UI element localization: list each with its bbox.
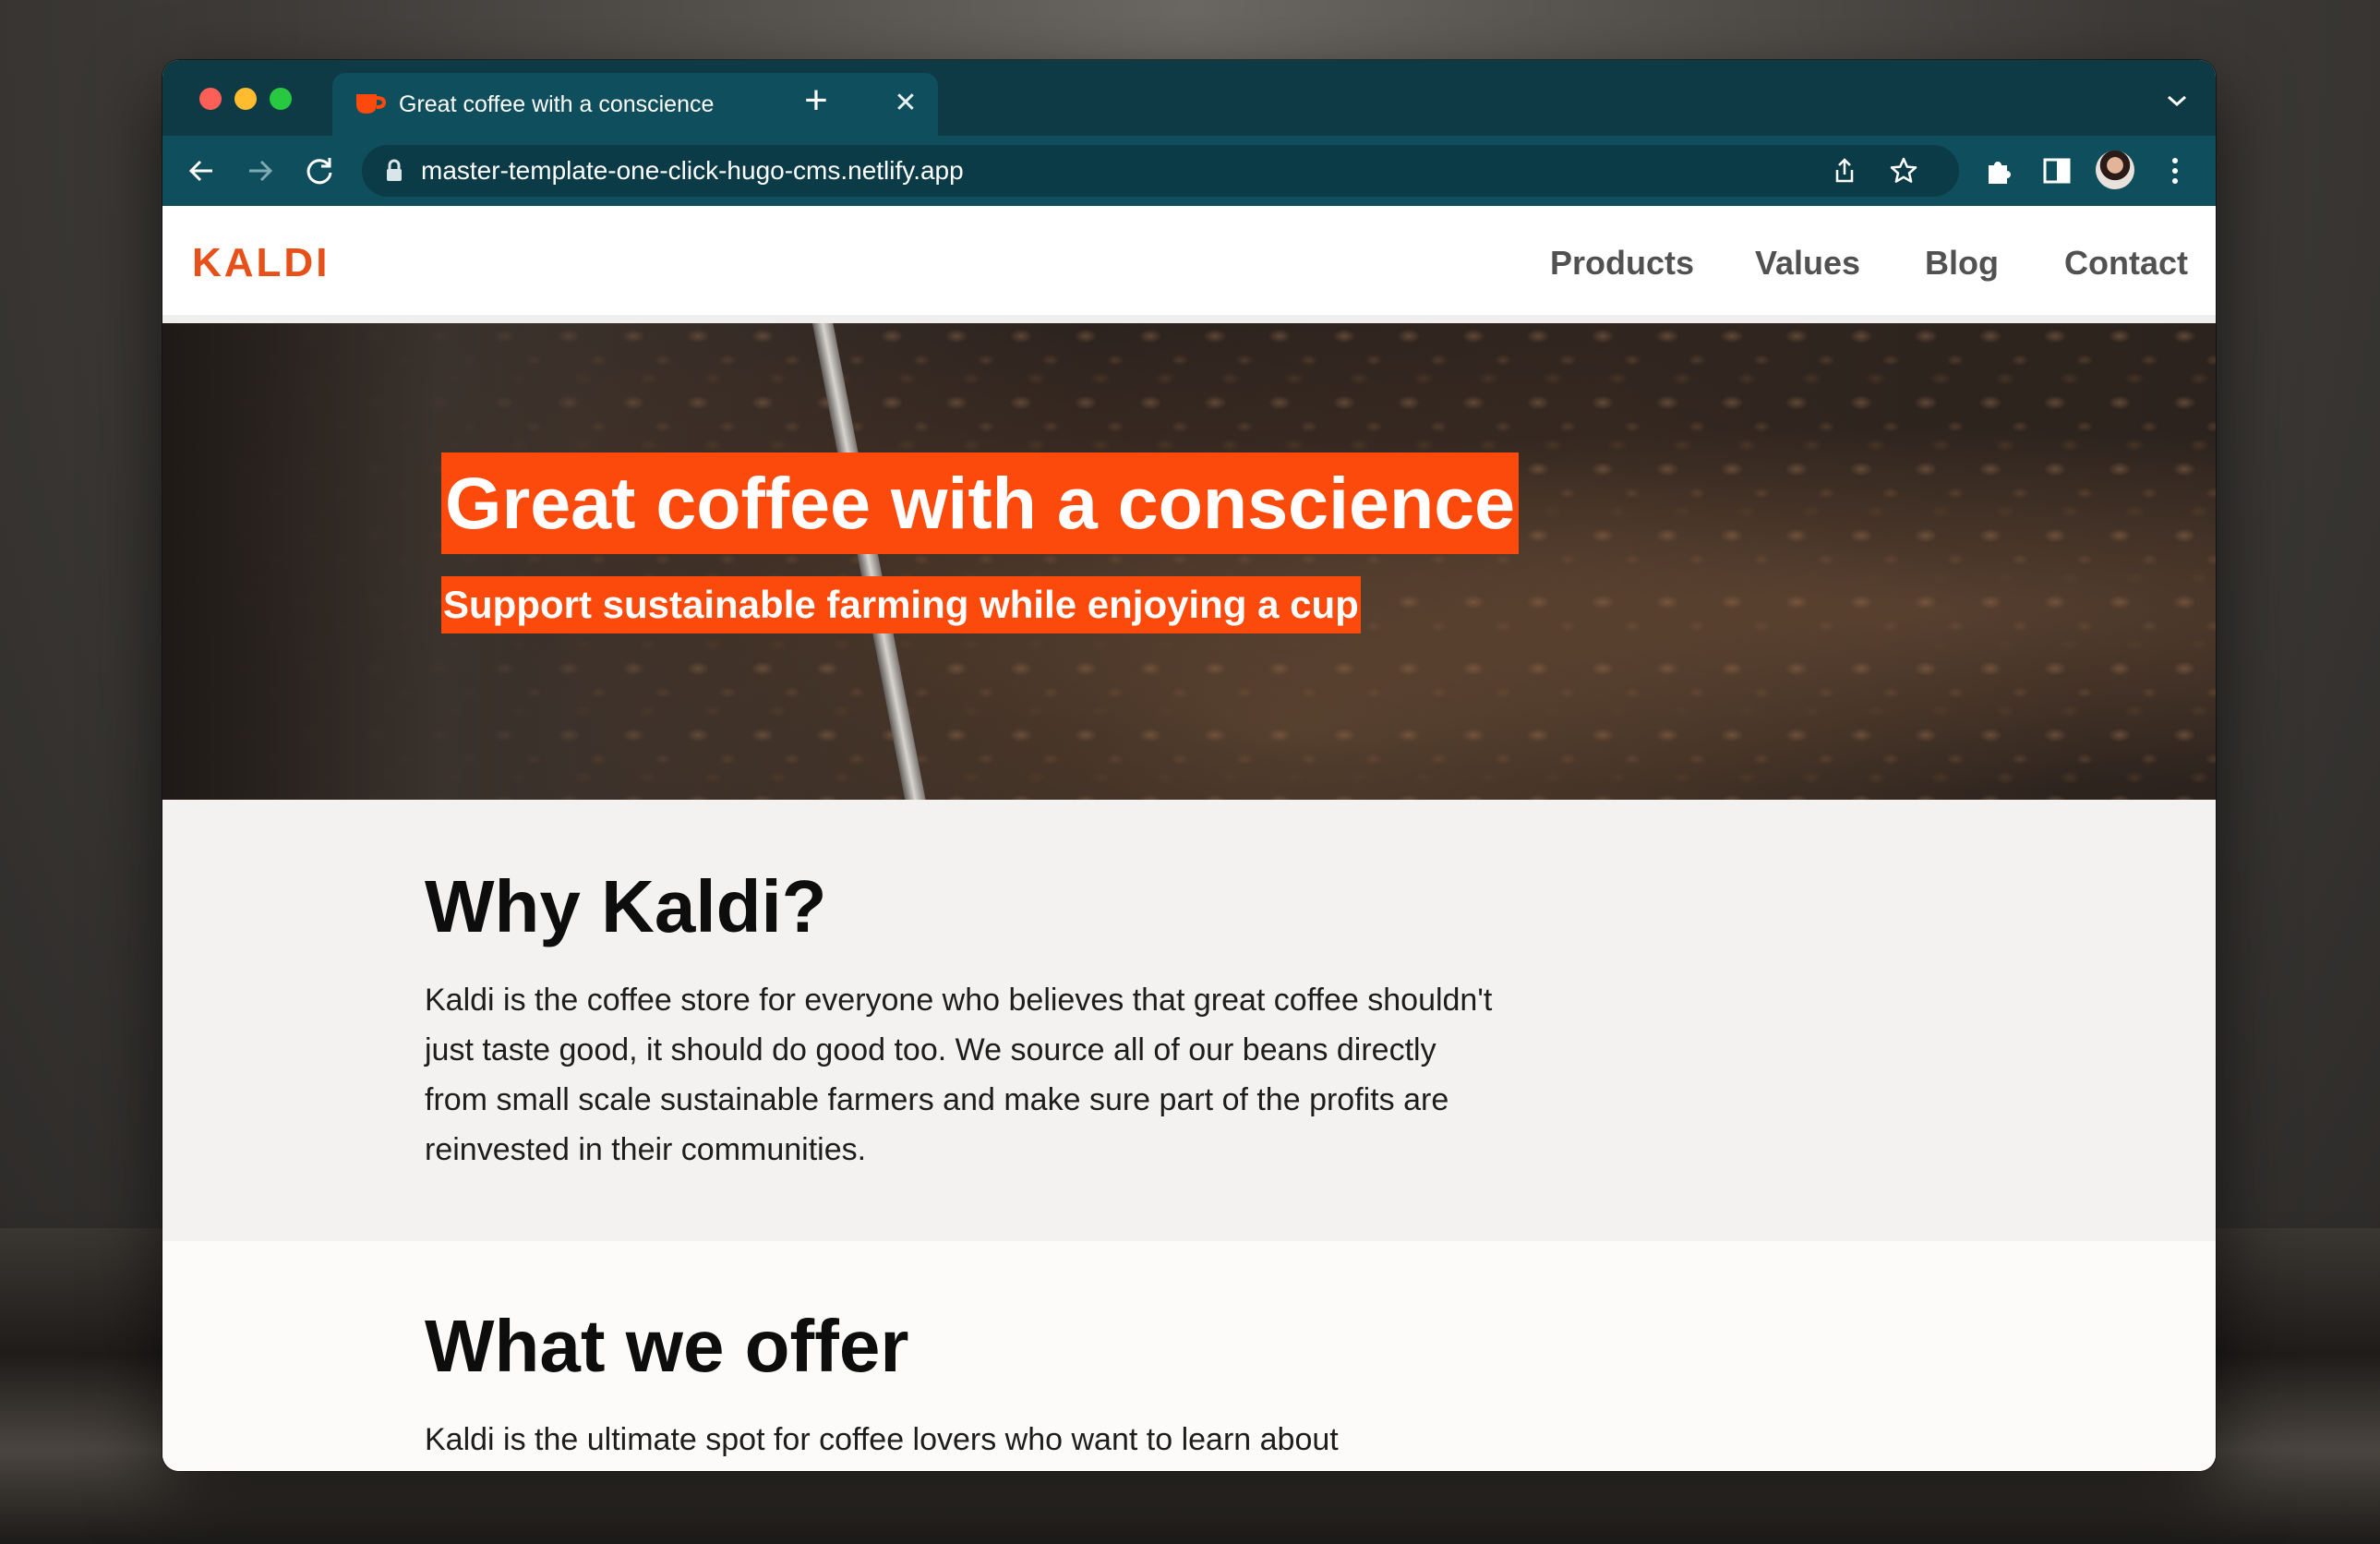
section-paragraph: Kaldi is the coffee store for everyone w… [425, 983, 1493, 1167]
site-logo[interactable]: KALDI [192, 241, 330, 285]
chevron-down-icon[interactable] [2166, 91, 2188, 110]
hero-banner: Great coffee with a conscience Support s… [162, 323, 2216, 800]
new-tab-button[interactable]: + [798, 80, 835, 121]
coffee-cup-icon [356, 94, 386, 114]
reload-icon[interactable] [301, 152, 338, 189]
minimize-window-button[interactable] [234, 88, 257, 110]
hero-subtitle: Support sustainable farming while enjoyi… [441, 576, 1361, 633]
profile-avatar[interactable] [2096, 151, 2134, 189]
why-section: Why Kaldi? Kaldi is the coffee store for… [162, 800, 2216, 1241]
nav-link-blog[interactable]: Blog [1925, 241, 1999, 285]
nav-link-values[interactable]: Values [1755, 241, 1860, 285]
kebab-menu-icon[interactable] [2157, 152, 2194, 189]
close-window-button[interactable] [199, 88, 222, 110]
browser-tab[interactable]: Great coffee with a conscience ✕ [332, 73, 938, 136]
section-heading: What we offer [425, 1305, 909, 1387]
site-header: KALDI Products Values Blog Contact [162, 206, 2216, 323]
back-icon[interactable] [183, 152, 220, 189]
nav-link-products[interactable]: Products [1550, 241, 1694, 285]
scoop-shadow [162, 323, 624, 800]
sidepanel-icon[interactable] [2038, 152, 2075, 189]
hero-title: Great coffee with a conscience [441, 452, 1520, 554]
url-text: master-template-one-click-hugo-cms.netli… [421, 156, 964, 185]
maximize-window-button[interactable] [270, 88, 292, 110]
address-bar[interactable]: master-template-one-click-hugo-cms.netli… [362, 145, 1959, 197]
lock-icon [387, 159, 402, 181]
tab-strip: Great coffee with a conscience ✕ + [162, 60, 2216, 136]
forward-icon[interactable] [242, 152, 279, 189]
web-page: KALDI Products Values Blog Contact Great… [162, 206, 2216, 1471]
extensions-icon[interactable] [1981, 152, 2018, 189]
close-tab-icon[interactable]: ✕ [892, 90, 920, 117]
offer-section: What we offer Kaldi is the ultimate spot… [162, 1241, 2216, 1471]
section-heading: Why Kaldi? [425, 865, 827, 947]
tab-title: Great coffee with a conscience [399, 91, 715, 117]
nav-link-contact[interactable]: Contact [2064, 241, 2188, 285]
star-icon[interactable] [1889, 156, 1918, 186]
browser-toolbar: master-template-one-click-hugo-cms.netli… [162, 136, 2216, 206]
share-icon[interactable] [1830, 156, 1859, 186]
section-paragraph: Kaldi is the ultimate spot for coffee lo… [425, 1422, 1339, 1457]
browser-window: Great coffee with a conscience ✕ + maste… [162, 60, 2216, 1471]
